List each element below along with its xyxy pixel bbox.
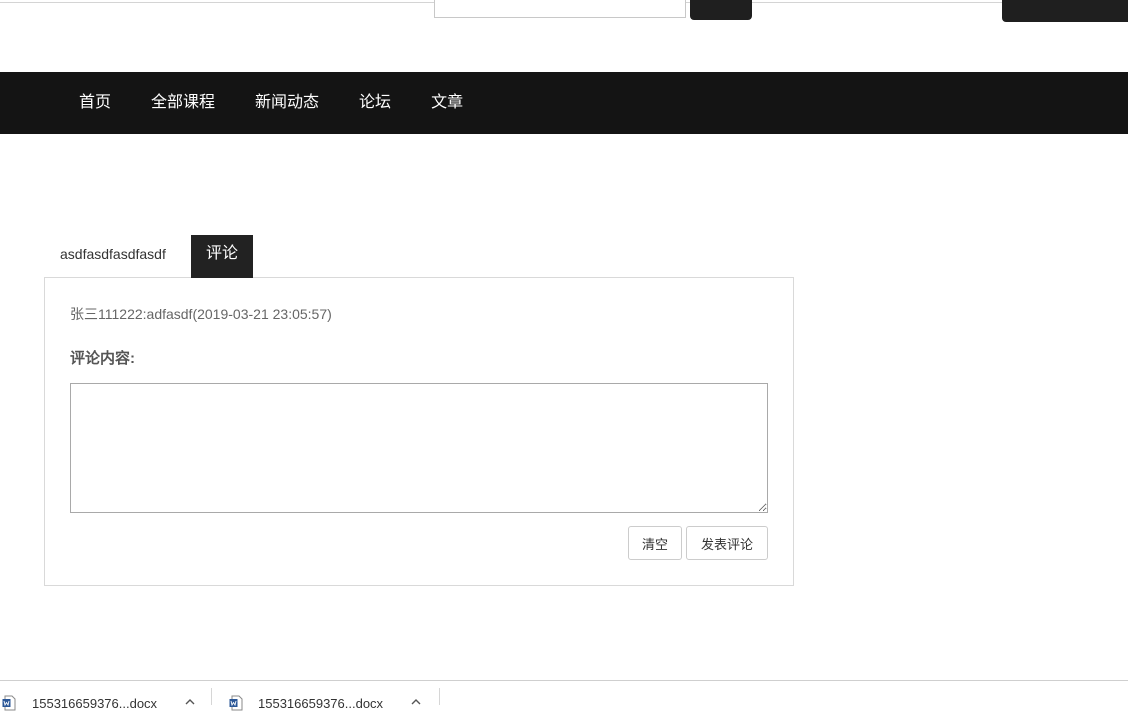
- tab-comments[interactable]: 评论: [191, 235, 253, 278]
- comment-item: 张三111222:adfasdf(2019-03-21 23:05:57): [70, 306, 332, 322]
- nav-list: 首页 全部课程 新闻动态 论坛 文章: [0, 72, 1128, 134]
- nav-item-news[interactable]: 新闻动态: [235, 72, 339, 134]
- comment-content-label: 评论内容:: [70, 350, 135, 367]
- nav-item-articles[interactable]: 文章: [411, 72, 483, 134]
- word-document-icon: [229, 695, 243, 711]
- nav-item-home[interactable]: 首页: [59, 72, 131, 134]
- comment-textarea[interactable]: [70, 383, 768, 513]
- word-document-icon: [2, 695, 16, 711]
- tab-detail[interactable]: asdfasdfasdfasdf: [44, 235, 191, 278]
- submit-comment-button[interactable]: 发表评论: [686, 526, 768, 560]
- content-tabs: asdfasdfasdfasdf 评论: [44, 235, 253, 278]
- comments-panel: 张三111222:adfasdf(2019-03-21 23:05:57) 评论…: [44, 277, 794, 586]
- header-action-button[interactable]: [1002, 0, 1128, 22]
- download-separator: [439, 688, 440, 705]
- download-filename: 155316659376...docx: [258, 696, 384, 711]
- download-item[interactable]: 155316659376...docx: [212, 681, 440, 711]
- nav-item-all-courses[interactable]: 全部课程: [131, 72, 235, 134]
- nav-item-forum[interactable]: 论坛: [339, 72, 411, 134]
- clear-button[interactable]: 清空: [628, 526, 682, 560]
- download-item[interactable]: 155316659376...docx: [0, 681, 212, 711]
- search-button[interactable]: [690, 0, 752, 20]
- search-input[interactable]: [434, 0, 686, 18]
- download-bar: 155316659376...docx 155316659376...docx: [0, 680, 1128, 711]
- main-nav: 首页 全部课程 新闻动态 论坛 文章: [0, 72, 1128, 134]
- download-filename: 155316659376...docx: [32, 696, 158, 711]
